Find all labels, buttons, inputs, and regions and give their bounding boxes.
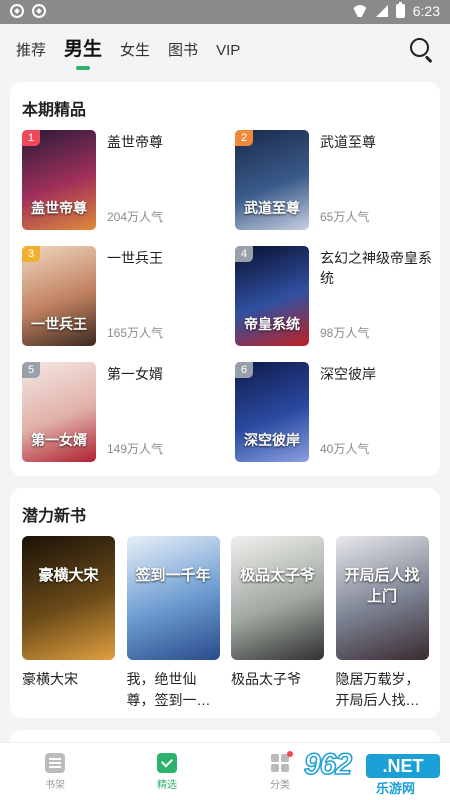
tab-male[interactable]: 男生 [64, 38, 102, 62]
section-title: 潜力新书 [22, 508, 87, 525]
cover-title: 帝皇系统 [244, 316, 300, 332]
tab-books[interactable]: 图书 [168, 40, 198, 62]
cover-title: 武道至尊 [244, 200, 300, 216]
book-title[interactable]: 玄幻之神级帝皇系统 [320, 248, 435, 288]
popularity-count: 204万人气 [107, 210, 164, 224]
new-book[interactable]: 极品太子爷 极品太子爷 [231, 536, 324, 690]
featured-icon [157, 753, 177, 773]
new-book[interactable]: 签到一千年我，绝世仙尊，签到一… [126, 536, 220, 711]
featured-book[interactable]: 盖世帝尊 1 盖世帝尊 204万人气 [10, 130, 215, 232]
new-book[interactable]: 豪横大宋 豪横大宋 [22, 536, 115, 690]
featured-book[interactable]: 深空彼岸 6 深空彼岸 40万人气 [223, 362, 428, 464]
book-title[interactable]: 第一女婿 [107, 364, 222, 384]
book-title[interactable]: 隐居万载岁，开局后人找… [336, 669, 429, 711]
app-notification-icon [10, 4, 24, 18]
book-title[interactable]: 极品太子爷 [231, 669, 324, 690]
book-title[interactable]: 盖世帝尊 [107, 132, 222, 152]
watermark-sub: 乐游网 [376, 781, 416, 796]
search-icon[interactable] [410, 38, 434, 63]
status-bar: 6:23 [0, 0, 450, 24]
watermark-badge: .NET [366, 754, 440, 778]
featured-section: 本期精品 盖世帝尊 1 盖世帝尊 204万人气 武道至尊 2 武道至尊 65万人气 一世兵王 3 一… [10, 82, 440, 476]
book-cover[interactable]: 签到一千年 [126, 536, 220, 660]
cover-title: 盖世帝尊 [31, 200, 87, 216]
cover-art [231, 536, 324, 660]
nav-bookshelf[interactable]: 书架 [25, 753, 85, 791]
featured-book[interactable]: 帝皇系统 4 玄幻之神级帝皇系统 98万人气 [223, 246, 432, 348]
notification-dot [287, 751, 293, 757]
rank-badge: 3 [22, 246, 40, 262]
site-watermark: 962 .NET 乐游网 [303, 747, 444, 796]
rank-badge: 6 [235, 362, 253, 378]
book-cover[interactable]: 开局后人找上门 [335, 536, 429, 660]
potential-section: 潜力新书 豪横大宋 豪横大宋 签到一千年 我，绝世仙尊，签到一… 极品太子爷 极品太子爷开… [10, 488, 440, 718]
cover-title: 一世兵王 [31, 316, 87, 332]
watermark-number: 962 [303, 747, 353, 782]
wifi-icon [352, 5, 368, 17]
book-cover[interactable]: 盖世帝尊 1 [22, 130, 96, 230]
featured-book[interactable]: 第一女婿 5 第一女婿 149万人气 [10, 362, 215, 464]
book-title[interactable]: 豪横大宋 [22, 669, 115, 690]
book-cover[interactable]: 武道至尊 2 [235, 130, 309, 230]
book-cover[interactable]: 一世兵王 3 [22, 246, 96, 346]
cover-title: 极品太子爷 [239, 567, 315, 584]
cover-title: 深空彼岸 [244, 432, 300, 448]
popularity-count: 149万人气 [107, 442, 164, 456]
nav-featured[interactable]: 精选 [137, 753, 197, 791]
nav-category[interactable]: 分类 [250, 751, 310, 791]
rank-badge: 1 [22, 130, 40, 146]
book-cover[interactable]: 深空彼岸 6 [235, 362, 309, 462]
signal-icon [375, 5, 388, 17]
top-nav: 推荐 男生 女生 图书 VIP [0, 24, 450, 78]
tab-vip[interactable]: VIP [216, 40, 240, 62]
book-title[interactable]: 一世兵王 [107, 248, 222, 268]
book-cover[interactable]: 帝皇系统 4 [235, 246, 309, 346]
bookshelf-icon [45, 753, 65, 773]
cover-title: 豪横大宋 [38, 567, 99, 584]
section-title: 本期精品 [22, 102, 87, 119]
rank-badge: 4 [235, 246, 253, 262]
rank-badge: 5 [22, 362, 40, 378]
featured-book[interactable]: 一世兵王 3 一世兵王 165万人气 [10, 246, 215, 348]
channel-tabs: 推荐 男生 女生 图书 VIP [16, 38, 240, 62]
featured-book[interactable]: 武道至尊 2 武道至尊 65万人气 [223, 130, 428, 232]
cover-title: 签到一千年 [135, 567, 211, 584]
rank-badge: 2 [235, 130, 253, 146]
nav-label: 精选 [157, 780, 177, 791]
cover-art [22, 536, 115, 660]
book-title[interactable]: 深空彼岸 [320, 364, 435, 384]
nav-label: 书架 [45, 780, 65, 791]
nav-label: 分类 [270, 780, 290, 791]
battery-icon [395, 2, 405, 18]
book-title[interactable]: 武道至尊 [320, 132, 435, 152]
popularity-count: 98万人气 [320, 326, 370, 340]
popularity-count: 40万人气 [320, 442, 370, 456]
book-cover[interactable]: 豪横大宋 [22, 536, 115, 660]
popularity-count: 165万人气 [107, 326, 164, 340]
popularity-count: 65万人气 [320, 210, 370, 224]
cover-title: 第一女婿 [31, 432, 87, 448]
status-time: 6:23 [412, 3, 440, 19]
app-notification-icon [32, 4, 46, 18]
category-icon [270, 751, 293, 773]
cover-title: 开局后人找上门 [344, 567, 420, 605]
book-title[interactable]: 我，绝世仙尊，签到一… [127, 669, 220, 711]
new-book[interactable]: 开局后人找上门隐居万载岁，开局后人找… [335, 536, 429, 711]
tab-female[interactable]: 女生 [120, 40, 150, 62]
book-cover[interactable]: 第一女婿 5 [22, 362, 96, 462]
tab-recommend[interactable]: 推荐 [16, 40, 46, 62]
cover-art [126, 536, 220, 660]
book-cover[interactable]: 极品太子爷 [231, 536, 324, 660]
